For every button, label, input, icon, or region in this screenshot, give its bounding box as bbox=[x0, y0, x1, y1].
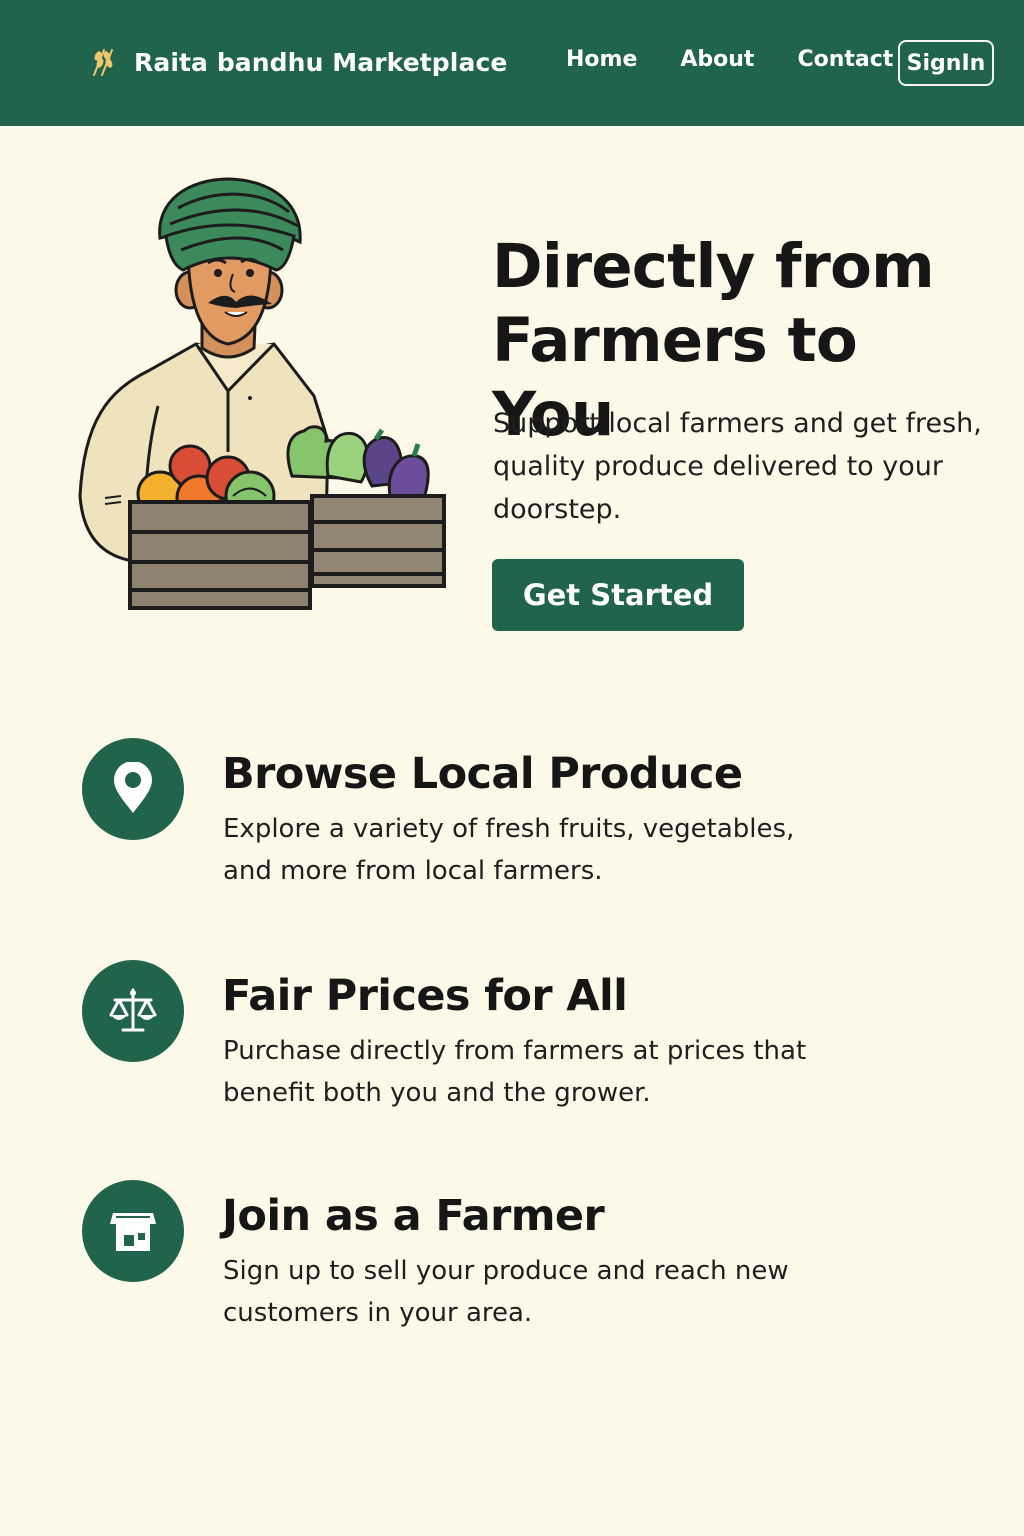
feature-description: Explore a variety of fresh fruits, veget… bbox=[223, 814, 795, 886]
farm-shop-icon bbox=[110, 1213, 156, 1251]
feature-icon-container bbox=[82, 1180, 184, 1282]
balance-scale-icon bbox=[109, 988, 157, 1032]
nav-contact-link[interactable]: Contact bbox=[797, 47, 893, 72]
feature-description: Purchase directly from farmers at prices… bbox=[223, 1036, 807, 1108]
nav-home-link[interactable]: Home bbox=[566, 47, 637, 72]
feature-item-fair-prices: Fair Prices for All Purchase directly fr… bbox=[82, 960, 932, 1130]
feature-description: Sign up to sell your produce and reach n… bbox=[223, 1256, 789, 1328]
signin-button[interactable]: SignIn bbox=[898, 40, 994, 86]
brand-name: Raita bandhu Marketplace bbox=[134, 47, 508, 77]
feature-icon-container bbox=[82, 738, 184, 840]
feature-item-join-farmer: Join as a Farmer Sign up to sell your pr… bbox=[82, 1180, 932, 1350]
wheat-icon bbox=[93, 49, 113, 76]
feature-title: Join as a Farmer bbox=[222, 1191, 605, 1241]
nav-about-link[interactable]: About bbox=[680, 47, 754, 72]
top-navigation-bar: Raita bandhu Marketplace Home About Cont… bbox=[0, 0, 1024, 126]
feature-title: Fair Prices for All bbox=[222, 971, 628, 1021]
farmer-with-produce-illustration bbox=[78, 177, 446, 610]
feature-title: Browse Local Produce bbox=[222, 749, 743, 799]
hero-subtitle: Support local farmers and get fresh, qua… bbox=[493, 408, 982, 525]
main-navigation: Home About Contact bbox=[566, 47, 893, 72]
feature-item-browse-produce: Browse Local Produce Explore a variety o… bbox=[82, 738, 932, 908]
location-pin-icon bbox=[114, 762, 152, 813]
get-started-button[interactable]: Get Started bbox=[492, 559, 744, 631]
feature-icon-container bbox=[82, 960, 184, 1062]
brand-link[interactable]: Raita bandhu Marketplace bbox=[86, 44, 507, 80]
